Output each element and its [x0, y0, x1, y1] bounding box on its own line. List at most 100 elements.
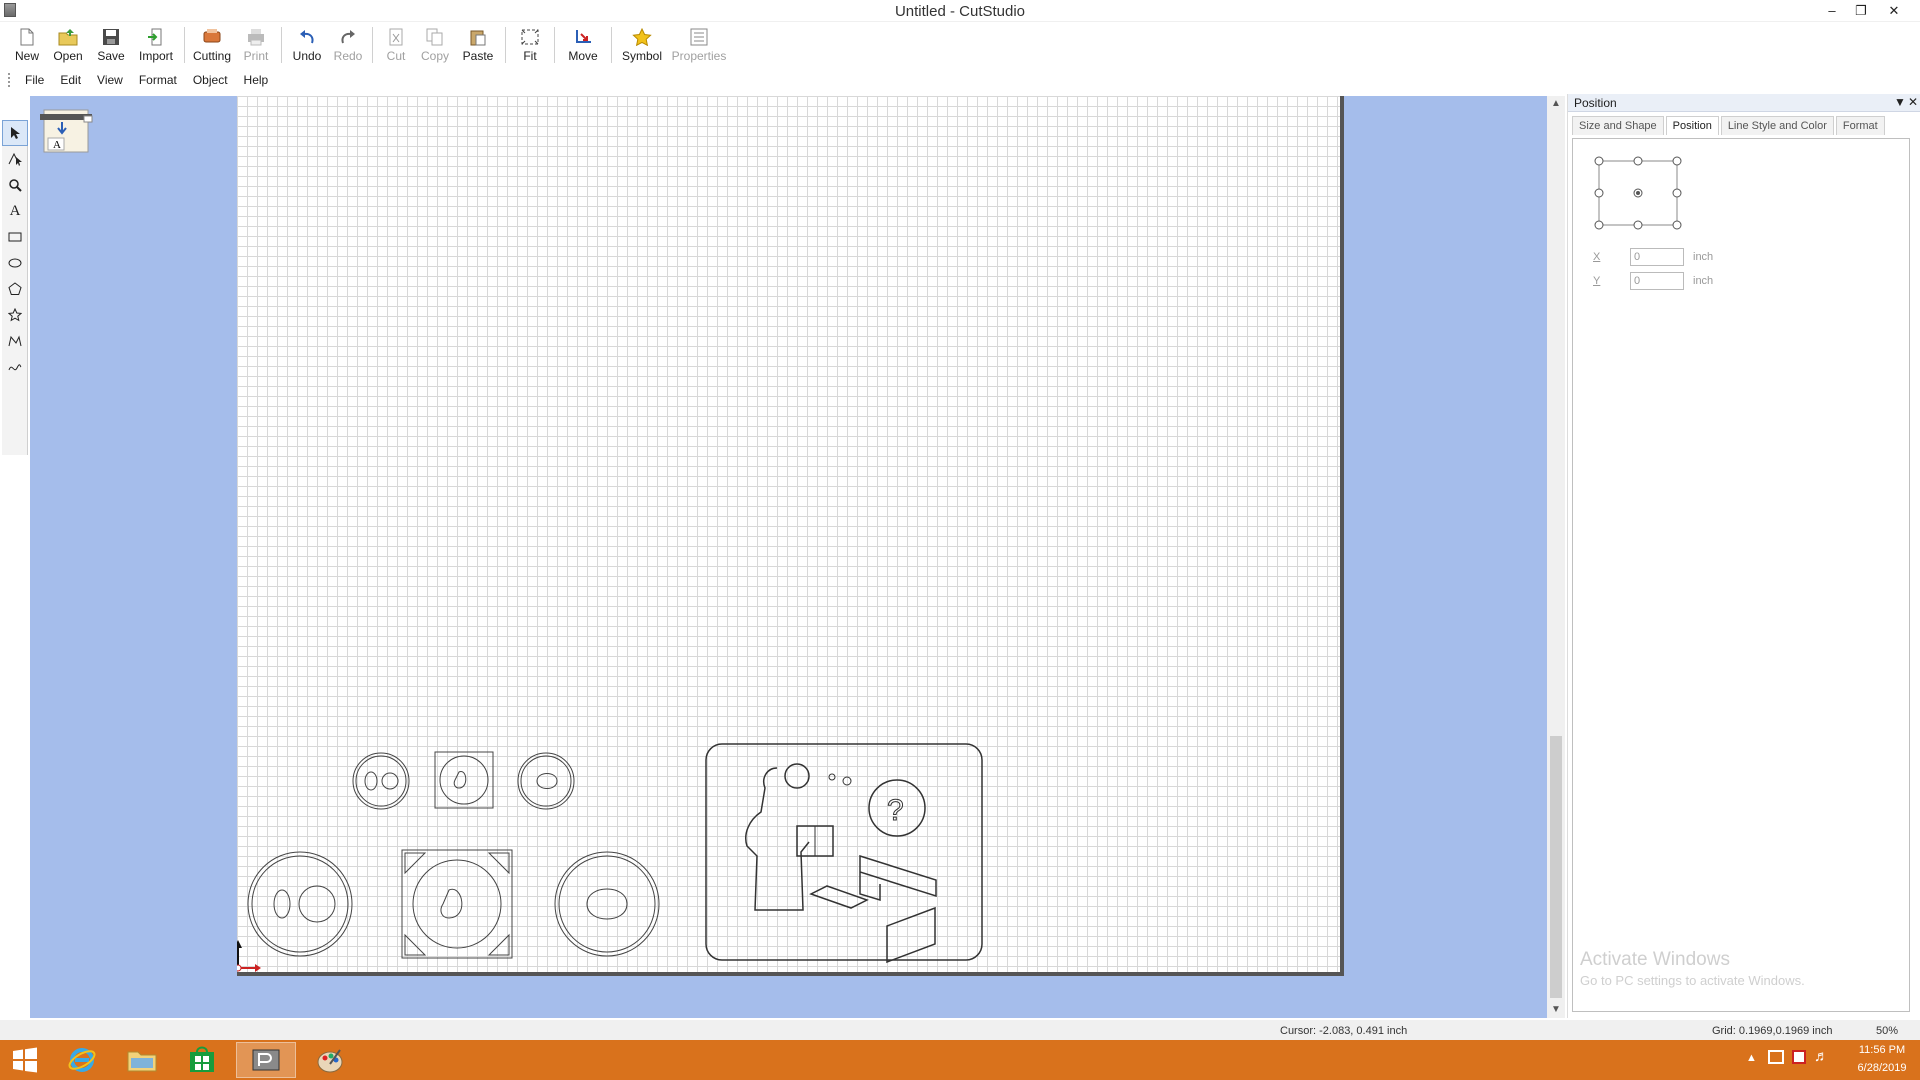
- symbol-button[interactable]: Symbol: [616, 25, 668, 65]
- large-square-shape[interactable]: [401, 849, 513, 959]
- pentagon-icon: [8, 282, 22, 295]
- clock-time[interactable]: 11:56 PM: [1852, 1044, 1912, 1056]
- text-tool[interactable]: A: [2, 198, 28, 224]
- printer-icon: [245, 27, 267, 47]
- design-page[interactable]: ?: [234, 96, 1344, 976]
- redo-icon: [337, 27, 359, 47]
- properties-button[interactable]: Properties: [668, 25, 730, 65]
- undo-button[interactable]: Undo: [286, 25, 328, 65]
- svg-text:A: A: [53, 139, 61, 151]
- taskbar-paint-app[interactable]: [300, 1042, 360, 1078]
- star-outline-icon: [8, 308, 22, 322]
- move-button[interactable]: Move: [559, 25, 607, 65]
- copy-icon: [424, 27, 446, 47]
- anchor-point-selector[interactable]: [1593, 153, 1693, 233]
- menu-file[interactable]: File: [17, 73, 52, 87]
- undo-icon: [296, 27, 318, 47]
- panel-dropdown-icon[interactable]: ▼: [1894, 95, 1906, 109]
- star-icon: [631, 27, 653, 47]
- properties-label: Properties: [671, 49, 727, 63]
- cut-icon: [385, 27, 407, 47]
- action-center-flag-icon[interactable]: [1792, 1050, 1806, 1064]
- ellipse-icon: [8, 258, 22, 268]
- taskbar-file-explorer[interactable]: [112, 1042, 172, 1078]
- assembly-illustration-shape[interactable]: ?: [705, 743, 983, 964]
- volume-icon[interactable]: ♬: [1814, 1048, 1829, 1065]
- menu-view[interactable]: View: [89, 73, 131, 87]
- save-button[interactable]: Save: [90, 25, 132, 65]
- x-unit-label: inch: [1693, 251, 1714, 263]
- new-button[interactable]: New: [8, 25, 46, 65]
- taskbar-cutstudio[interactable]: [236, 1042, 296, 1078]
- y-position-field[interactable]: [1630, 272, 1684, 290]
- close-window-button[interactable]: ✕: [1880, 2, 1908, 20]
- cutting-button[interactable]: Cutting: [189, 25, 235, 65]
- large-circle-shape[interactable]: [247, 851, 353, 957]
- open-label: Open: [53, 49, 83, 63]
- scroll-thumb[interactable]: [1550, 736, 1562, 998]
- curve-tool[interactable]: [2, 354, 28, 380]
- panel-header: Position ▼ ✕: [1568, 94, 1920, 112]
- move-origin-icon: [572, 27, 594, 47]
- node-edit-icon: [8, 152, 22, 166]
- tab-size-and-shape[interactable]: Size and Shape: [1572, 116, 1664, 135]
- polyline-icon: [8, 335, 22, 347]
- fit-button[interactable]: Fit: [510, 25, 550, 65]
- small-ring-shape[interactable]: [517, 752, 575, 810]
- large-ring-shape[interactable]: [554, 851, 660, 957]
- vertical-scrollbar[interactable]: ▲ ▼: [1547, 96, 1565, 1018]
- polyline-tool[interactable]: [2, 328, 28, 354]
- symbol-label: Symbol: [621, 49, 662, 63]
- menu-object[interactable]: Object: [185, 73, 236, 87]
- paste-button[interactable]: Paste: [455, 25, 501, 65]
- origin-marker-icon[interactable]: [234, 940, 261, 972]
- curve-icon: [8, 364, 22, 371]
- scroll-down-arrow[interactable]: ▼: [1547, 1002, 1565, 1018]
- zoom-tool[interactable]: [2, 172, 28, 198]
- toolbar-separator: [184, 27, 185, 63]
- tab-format[interactable]: Format: [1835, 116, 1885, 135]
- polygon-tool[interactable]: [2, 276, 28, 302]
- minimize-button[interactable]: –: [1818, 2, 1846, 20]
- start-button[interactable]: [0, 1042, 50, 1078]
- internet-explorer-icon: [68, 1048, 96, 1072]
- import-button[interactable]: Import: [132, 25, 180, 65]
- ellipse-tool[interactable]: [2, 250, 28, 276]
- node-edit-tool[interactable]: [2, 146, 28, 172]
- menu-help[interactable]: Help: [236, 73, 277, 87]
- redo-button[interactable]: Redo: [328, 25, 368, 65]
- scroll-up-arrow[interactable]: ▲: [1547, 96, 1565, 112]
- save-label: Save: [97, 49, 125, 63]
- rectangle-icon: [8, 232, 22, 242]
- clock-date[interactable]: 6/28/2019: [1852, 1062, 1912, 1074]
- toolbar-separator: [505, 27, 506, 63]
- open-button[interactable]: Open: [46, 25, 90, 65]
- status-bar: Cursor: -2.083, 0.491 inch Grid: 0.1969,…: [0, 1020, 1920, 1042]
- restore-button[interactable]: ❐: [1847, 2, 1875, 20]
- menu-edit[interactable]: Edit: [52, 73, 89, 87]
- cutter-device-icon[interactable]: A: [40, 104, 96, 156]
- small-circle-shape[interactable]: [352, 752, 410, 810]
- tab-position[interactable]: Position: [1665, 116, 1719, 135]
- panel-tabs: Size and Shape Position Line Style and C…: [1572, 116, 1887, 135]
- cut-button[interactable]: Cut: [377, 25, 415, 65]
- taskbar-store[interactable]: [172, 1042, 232, 1078]
- position-panel: Position ▼ ✕ Size and Shape Position Lin…: [1567, 94, 1920, 1018]
- select-tool[interactable]: [2, 120, 28, 146]
- redo-label: Redo: [333, 49, 363, 63]
- panel-close-icon[interactable]: ✕: [1908, 95, 1918, 109]
- x-position-field[interactable]: [1630, 248, 1684, 266]
- print-button[interactable]: Print: [235, 25, 277, 65]
- menu-grip[interactable]: [8, 73, 11, 87]
- small-square-shape[interactable]: [434, 751, 494, 809]
- menu-format[interactable]: Format: [131, 73, 185, 87]
- rectangle-tool[interactable]: [2, 224, 28, 250]
- cursor-position-text: Cursor: -2.083, 0.491 inch: [1280, 1025, 1408, 1037]
- star-tool[interactable]: [2, 302, 28, 328]
- network-status-icon[interactable]: [1768, 1050, 1784, 1064]
- tab-line-style-and-color[interactable]: Line Style and Color: [1720, 116, 1834, 135]
- copy-button[interactable]: Copy: [415, 25, 455, 65]
- toolbar-separator: [554, 27, 555, 63]
- taskbar-internet-explorer[interactable]: [52, 1042, 112, 1078]
- show-hidden-icons-icon[interactable]: ▲: [1746, 1052, 1757, 1064]
